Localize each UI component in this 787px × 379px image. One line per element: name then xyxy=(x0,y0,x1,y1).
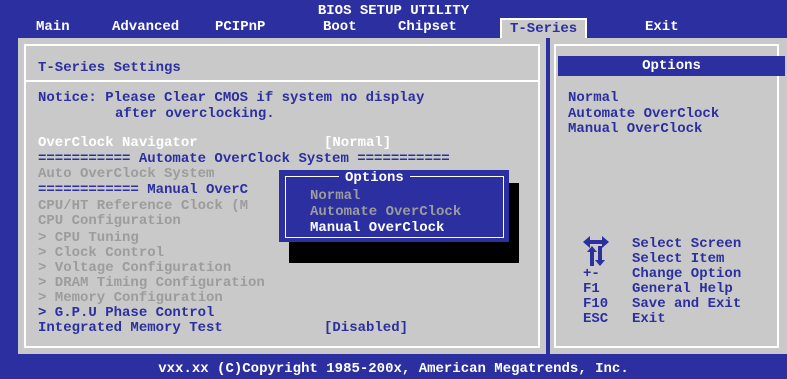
overclock-navigator-value[interactable]: [Normal] xyxy=(324,135,391,151)
help-save-and-exit: Save and Exit xyxy=(632,296,742,312)
overclock-navigator-label[interactable]: OverClock Navigator xyxy=(38,135,198,151)
clock-control: > Clock Control xyxy=(38,245,165,261)
help-exit: Exit xyxy=(632,311,666,327)
help-key-plus-minus: +- xyxy=(583,266,600,282)
cpu-ht-reference-clock: CPU/HT Reference Clock (M xyxy=(38,198,249,214)
popup-option-automate-overclock[interactable]: Automate OverClock xyxy=(310,204,461,220)
section-divider xyxy=(24,80,538,82)
popup-option-normal[interactable]: Normal xyxy=(310,188,360,204)
help-change-option: Change Option xyxy=(632,266,742,282)
footer: vxx.xx (C)Copyright 1985-200x, American … xyxy=(0,359,787,379)
dram-timing-configuration: > DRAM Timing Configuration xyxy=(38,275,265,291)
section-title: T-Series Settings xyxy=(38,60,181,76)
notice-line-1: Notice: Please Clear CMOS if system no d… xyxy=(38,90,425,106)
tab-chipset[interactable]: Chipset xyxy=(398,19,457,35)
options-title: Options xyxy=(558,56,785,76)
help-key-f10: F10 xyxy=(583,296,609,312)
notice-line-2: after overclocking. xyxy=(115,106,275,122)
help-select-item: Select Item xyxy=(632,251,725,267)
top-bar: BIOS SETUP UTILITY Main Advanced PCIPnP … xyxy=(0,0,787,38)
tab-t-series[interactable]: T-Series xyxy=(500,18,588,38)
help-select-screen: Select Screen xyxy=(632,236,742,252)
tab-main[interactable]: Main xyxy=(36,19,70,35)
help-key-f1: F1 xyxy=(583,281,600,297)
tab-boot[interactable]: Boot xyxy=(323,19,357,35)
auto-overclock-system: Auto OverClock System xyxy=(38,166,215,182)
memory-configuration: > Memory Configuration xyxy=(38,290,223,306)
manual-overclock-header: ============ Manual OverC xyxy=(38,182,249,198)
option-normal: Normal xyxy=(568,90,619,106)
integrated-memory-test-value[interactable]: [Disabled] xyxy=(324,320,408,336)
help-key-esc: ESC xyxy=(583,311,609,327)
options-popup[interactable]: Options Normal Automate OverClock Manual… xyxy=(279,170,509,242)
tab-exit[interactable]: Exit xyxy=(645,19,679,35)
popup-option-manual-overclock[interactable]: Manual OverClock xyxy=(310,220,444,236)
integrated-memory-test-label[interactable]: Integrated Memory Test xyxy=(38,320,223,336)
help-panel: Options Normal Automate OverClock Manual… xyxy=(550,38,787,354)
copyright-text: vxx.xx (C)Copyright 1985-200x, American … xyxy=(158,361,629,377)
tab-advanced[interactable]: Advanced xyxy=(112,19,179,35)
automate-overclock-header: =========== Automate OverClock System ==… xyxy=(38,151,450,167)
help-general-help: General Help xyxy=(632,281,733,297)
bios-title: BIOS SETUP UTILITY xyxy=(317,3,470,19)
tab-pcipnp[interactable]: PCIPnP xyxy=(215,19,265,35)
option-manual-overclock: Manual OverClock xyxy=(568,121,703,137)
option-automate-overclock: Automate OverClock xyxy=(568,106,720,122)
cpu-configuration: CPU Configuration xyxy=(38,213,181,229)
voltage-configuration: > Voltage Configuration xyxy=(38,260,232,276)
popup-title: Options xyxy=(339,170,410,186)
gpu-phase-control[interactable]: > G.P.U Phase Control xyxy=(38,305,214,321)
cpu-tuning: > CPU Tuning xyxy=(38,230,139,246)
